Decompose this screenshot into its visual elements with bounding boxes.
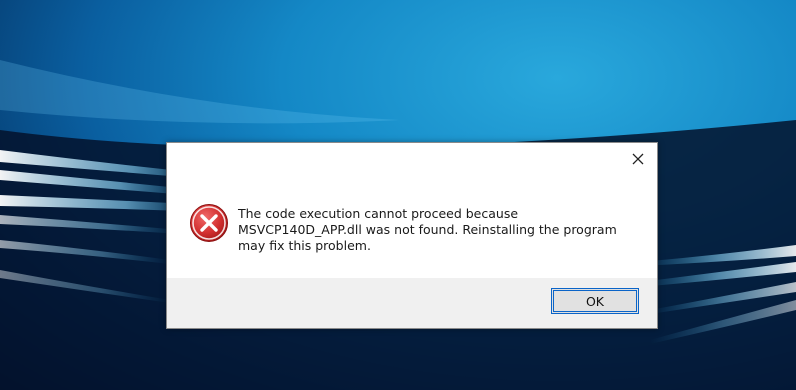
error-icon bbox=[190, 204, 228, 242]
dialog-footer: OK bbox=[167, 278, 657, 328]
error-dialog: The code execution cannot proceed becaus… bbox=[166, 142, 658, 329]
error-message-line: MSVCP140D_APP.dll was not found. Reinsta… bbox=[238, 222, 617, 237]
close-button[interactable] bbox=[625, 147, 651, 171]
error-message: The code execution cannot proceed becaus… bbox=[238, 206, 638, 254]
ok-button[interactable]: OK bbox=[551, 288, 639, 314]
error-message-line: The code execution cannot proceed becaus… bbox=[238, 206, 519, 221]
close-icon bbox=[632, 153, 644, 165]
error-message-line: may fix this problem. bbox=[238, 238, 371, 253]
